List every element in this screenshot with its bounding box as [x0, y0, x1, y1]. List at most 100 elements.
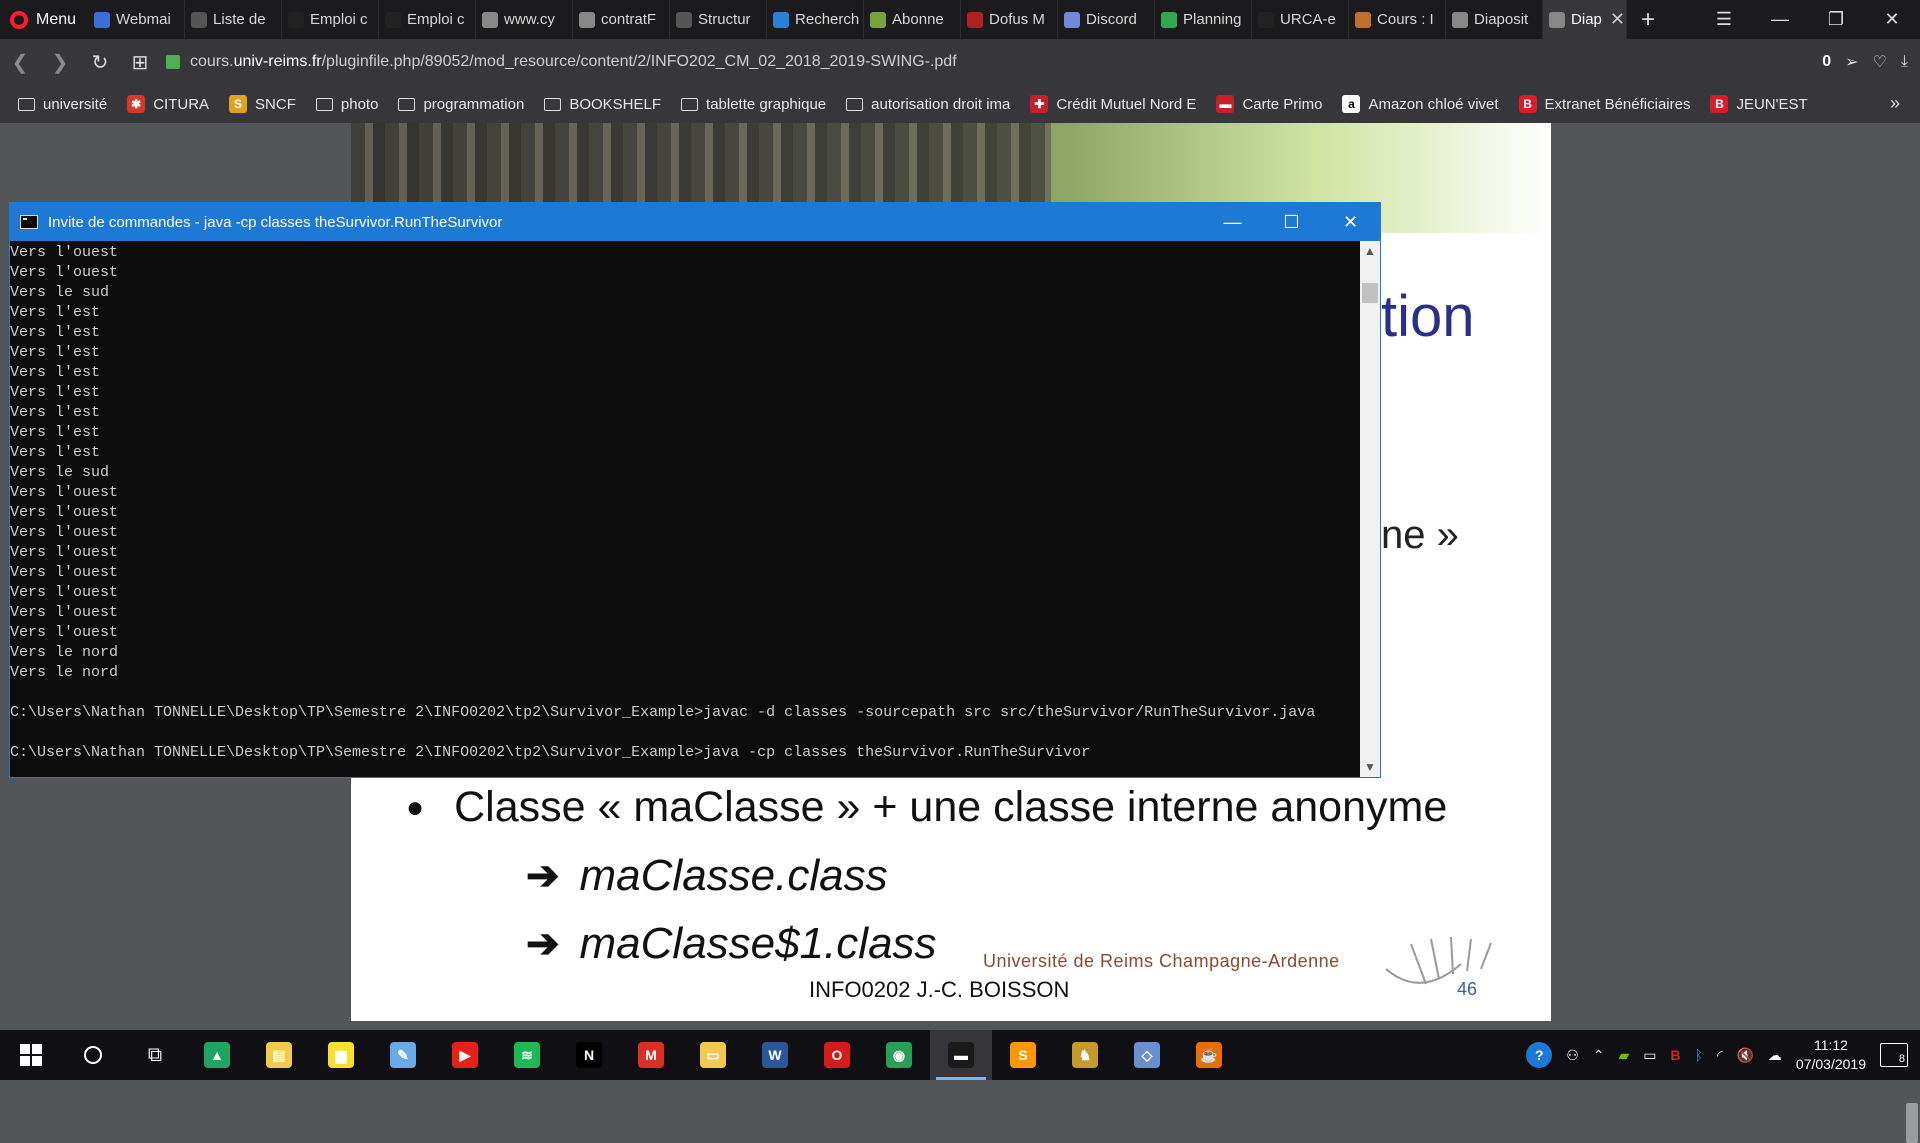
volume-icon[interactable]: 🔇 — [1736, 1047, 1753, 1064]
bookmark-item[interactable]: S SNCF — [229, 95, 296, 113]
tab-label: URCA-e — [1280, 11, 1336, 28]
system-tray: ? ⚇ ⌃ ▰ ▭ B ᛒ ◜ 🔇 ☁ 11:12 07/03/2019 8 — [1526, 1036, 1920, 1074]
bookmark-item[interactable]: a Amazon chloé vivet — [1342, 95, 1499, 113]
cmd-minimize-button[interactable]: — — [1203, 203, 1262, 241]
tab-menu-icon[interactable]: ☰ — [1696, 0, 1752, 39]
browser-tab[interactable]: Emploi c — [379, 0, 477, 39]
browser-tab[interactable]: Webmai — [88, 0, 186, 39]
people-icon[interactable]: ⚇ — [1566, 1047, 1579, 1064]
cmd-output-line: Vers l'est — [10, 324, 101, 341]
reload-button[interactable]: ↻ — [80, 50, 120, 75]
url-field[interactable]: cours.univ-reims.fr/pluginfile.php/89052… — [166, 46, 1806, 78]
start-button[interactable] — [0, 1030, 62, 1080]
back-button[interactable]: ❮ — [0, 50, 40, 75]
taskbar-app-file-explorer-yellow[interactable]: ▤ — [248, 1030, 310, 1080]
more-bookmarks-icon[interactable]: » — [1890, 93, 1900, 114]
task-view-button[interactable]: ⧉ — [124, 1030, 186, 1080]
taskbar-app-google-drive[interactable]: ▲ — [186, 1030, 248, 1080]
taskbar-app-paint[interactable]: ✎ — [372, 1030, 434, 1080]
action-center-icon[interactable]: 8 — [1880, 1043, 1908, 1067]
taskbar-app-gmail[interactable]: M — [620, 1030, 682, 1080]
cmd-maximize-button[interactable]: ☐ — [1262, 203, 1321, 241]
browser-tab[interactable]: Cours : I — [1349, 0, 1447, 39]
send-icon[interactable]: ➢ — [1845, 52, 1858, 72]
browser-tab[interactable]: Dofus M — [961, 0, 1059, 39]
taskbar-app-command-prompt[interactable]: ▬ — [930, 1030, 992, 1080]
taskbar-app-java[interactable]: ☕ — [1178, 1030, 1240, 1080]
close-window-button[interactable]: ✕ — [1864, 0, 1920, 39]
cmd-scroll-thumb[interactable] — [1362, 283, 1378, 303]
bookmark-item[interactable]: BOOKSHELF — [544, 95, 661, 113]
taskbar-app-sticky-notes[interactable]: ▆ — [310, 1030, 372, 1080]
close-tab-icon[interactable]: ✕ — [1610, 9, 1625, 30]
folder-icon — [681, 97, 699, 111]
bookmark-item[interactable]: B JEUN'EST — [1710, 95, 1808, 113]
restore-button[interactable]: ❐ — [1808, 0, 1864, 39]
cmd-title-bar[interactable]: Invite de commandes - java -cp classes t… — [10, 203, 1380, 241]
bookmark-item[interactable]: photo — [315, 95, 378, 113]
clock[interactable]: 11:12 07/03/2019 — [1796, 1036, 1866, 1074]
bookmark-item[interactable]: B Extranet Bénéficiaires — [1518, 95, 1690, 113]
pdf-scroll-thumb[interactable] — [1906, 1103, 1918, 1143]
battery-icon[interactable]: ▭ — [1643, 1047, 1656, 1064]
cmd-output-line — [10, 683, 1360, 703]
tab-active[interactable]: Diap ✕ — [1543, 0, 1628, 39]
taskbar-app-youtube[interactable]: ▶ — [434, 1030, 496, 1080]
scroll-down-icon[interactable]: ▼ — [1360, 757, 1380, 777]
cmd-scrollbar[interactable]: ▲ ▼ — [1360, 241, 1380, 777]
taskbar-app-word[interactable]: W — [744, 1030, 806, 1080]
browser-tab[interactable]: Discord — [1058, 0, 1156, 39]
cmd-close-button[interactable]: ✕ — [1321, 203, 1380, 241]
address-bar-actions: 0 ➢ ♡ ⤓ — [1822, 52, 1920, 72]
download-icon[interactable]: ⤓ — [1901, 53, 1908, 71]
browser-tab[interactable]: www.cy — [476, 0, 574, 39]
forward-button[interactable]: ❯ — [40, 50, 80, 75]
browser-tab[interactable]: Planning — [1155, 0, 1253, 39]
speed-dial-button[interactable]: ⊞ — [120, 50, 160, 75]
minimize-button[interactable]: — — [1752, 0, 1808, 39]
browser-tab[interactable]: Recherch — [767, 0, 865, 39]
tab-favicon-icon — [579, 11, 596, 28]
bookmark-item[interactable]: tablette graphique — [681, 95, 826, 113]
new-tab-button[interactable]: + — [1627, 6, 1669, 34]
lock-icon — [166, 55, 180, 69]
pdf-scrollbar[interactable] — [1904, 123, 1920, 1143]
browser-tab[interactable]: Structur — [670, 0, 768, 39]
notification-count: 8 — [1898, 1053, 1905, 1065]
taskbar-app-chrome[interactable]: ◉ — [868, 1030, 930, 1080]
taskbar-app-netflix[interactable]: N — [558, 1030, 620, 1080]
bluetooth-icon[interactable]: ᛒ — [1695, 1047, 1703, 1063]
bookmark-item[interactable]: université — [18, 95, 107, 113]
wifi-icon[interactable]: ◜ — [1717, 1047, 1722, 1064]
taskbar-app-virtualbox[interactable]: ◇ — [1116, 1030, 1178, 1080]
browser-tab[interactable]: Abonne — [864, 0, 962, 39]
heart-icon[interactable]: ♡ — [1873, 52, 1887, 72]
bookmark-item[interactable]: ✚ Crédit Mutuel Nord E — [1030, 95, 1196, 113]
taskbar-app-game-app[interactable]: ♞ — [1054, 1030, 1116, 1080]
bookmark-item[interactable]: ✱ CITURA — [127, 95, 209, 113]
opera-menu-button[interactable]: Menu — [0, 0, 88, 39]
nvidia-icon[interactable]: ▰ — [1619, 1047, 1630, 1064]
tab-favicon-icon — [191, 11, 208, 28]
bookmark-item[interactable]: programmation — [398, 95, 524, 113]
browser-tab[interactable]: URCA-e — [1252, 0, 1350, 39]
bullet-text: Classe « maClasse » + une classe interne… — [454, 783, 1448, 831]
scroll-up-icon[interactable]: ▲ — [1360, 241, 1380, 261]
help-icon[interactable]: ? — [1526, 1042, 1553, 1068]
bookmark-item[interactable]: ▬ Carte Primo — [1216, 95, 1322, 113]
show-hidden-icons[interactable]: ⌃ — [1593, 1047, 1605, 1064]
browser-tab[interactable]: contratF — [573, 0, 671, 39]
adblock-counter[interactable]: 0 — [1822, 53, 1831, 71]
taskbar-app-spotify[interactable]: ≋ — [496, 1030, 558, 1080]
cortana-button[interactable] — [62, 1030, 124, 1080]
taskbar-app-file-explorer[interactable]: ▭ — [682, 1030, 744, 1080]
cmd-output[interactable]: Vers l'ouest Vers l'ouest Vers le sud Vers … — [10, 241, 1360, 777]
taskbar-app-sublime-text[interactable]: S — [992, 1030, 1054, 1080]
taskbar-app-opera[interactable]: O — [806, 1030, 868, 1080]
tray-app-icon[interactable]: B — [1671, 1047, 1681, 1063]
bookmark-item[interactable]: autorisation droit ima — [846, 95, 1010, 113]
onedrive-icon[interactable]: ☁ — [1768, 1047, 1782, 1064]
browser-tab[interactable]: Emploi c — [282, 0, 380, 39]
browser-tab[interactable]: Diaposit — [1446, 0, 1544, 39]
browser-tab[interactable]: Liste de — [185, 0, 283, 39]
